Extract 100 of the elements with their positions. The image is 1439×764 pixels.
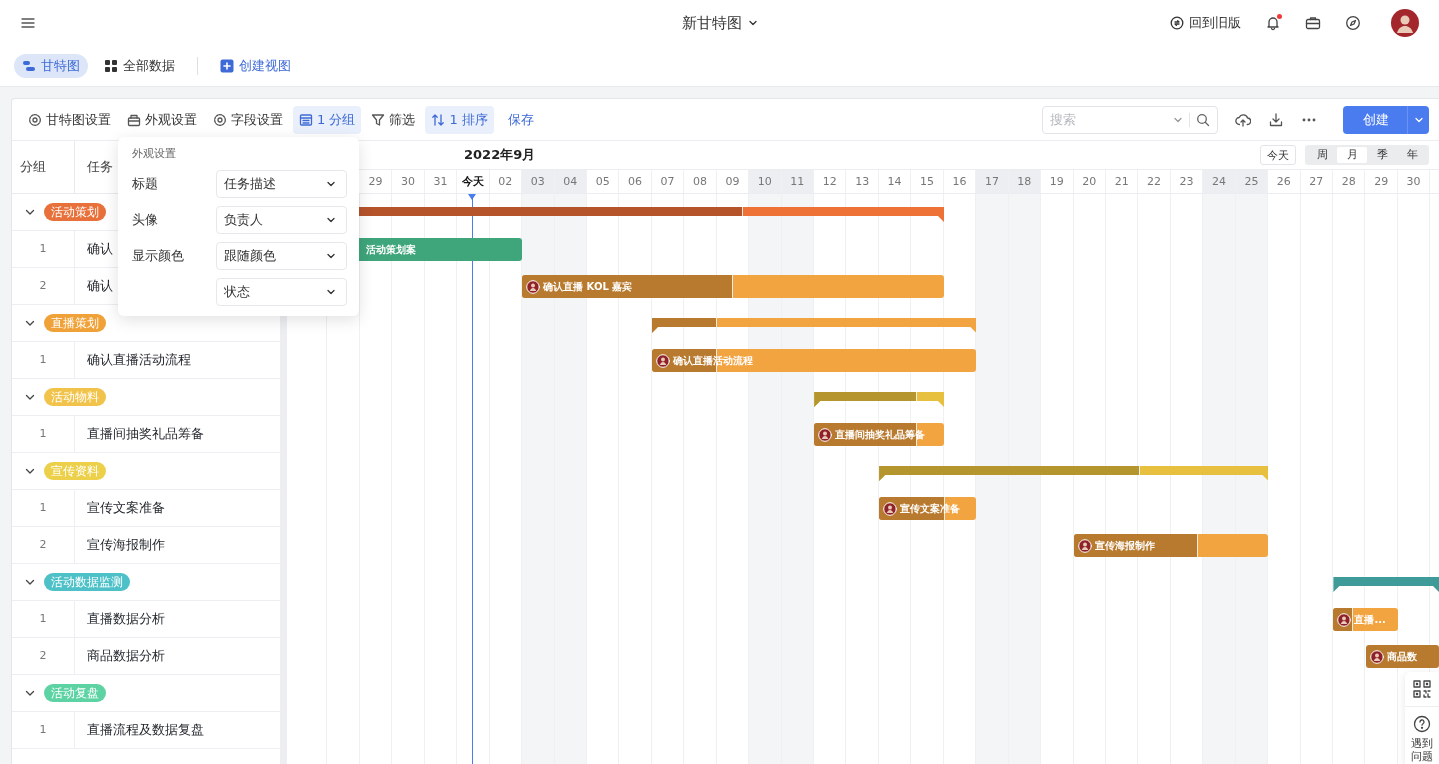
back-link[interactable]: 回到旧版 <box>1170 14 1241 32</box>
toolbar-button[interactable]: 1 排序 <box>425 105 494 134</box>
group-tag: 直播策划 <box>44 314 106 332</box>
back-link-text[interactable]: 回到旧版 <box>1189 14 1241 32</box>
select-field[interactable]: 状态 <box>216 278 347 306</box>
task-bar[interactable] <box>1333 608 1399 631</box>
toolbar-button[interactable]: 外观设置 <box>121 105 203 134</box>
month-label: 2022年9月 <box>464 146 536 164</box>
row-number: 1 <box>12 231 75 267</box>
create-button[interactable]: 创建 <box>1343 105 1407 134</box>
row-number: 1 <box>12 342 75 378</box>
day-label: 06 <box>619 170 652 193</box>
day-label: 10 <box>749 170 782 193</box>
day-label: 13 <box>846 170 879 193</box>
row-number: 2 <box>12 638 75 674</box>
row-number: 1 <box>12 601 75 637</box>
task-bar-label: 商品数 <box>1386 649 1417 664</box>
day-label: 22 <box>1138 170 1171 193</box>
download-icon[interactable] <box>1268 111 1284 128</box>
row-number: 2 <box>12 268 75 304</box>
help-text[interactable]: 遇到问题 <box>1410 737 1434 763</box>
caret-icon <box>326 179 336 189</box>
create-view-link[interactable]: 创建视图 <box>212 54 299 78</box>
avatar-icon[interactable] <box>1391 9 1419 37</box>
view-tab[interactable]: 全部数据 <box>96 54 183 78</box>
toolbar-button[interactable]: 甘特图设置 <box>22 105 117 134</box>
menu-icon[interactable] <box>20 15 36 31</box>
setting-label: 标题 <box>132 175 159 193</box>
day-label: 15 <box>911 170 944 193</box>
scale-tab[interactable]: 周 <box>1307 147 1337 163</box>
group-tag: 活动数据监测 <box>44 573 130 591</box>
task-bar-label: 宣传海报制作 <box>1094 538 1155 553</box>
scale-tab[interactable]: 月 <box>1337 147 1367 163</box>
day-label: 18 <box>1008 170 1042 193</box>
toolbar-button[interactable]: 1 分组 <box>293 105 362 134</box>
search-icon[interactable] <box>1196 112 1210 127</box>
select-field[interactable]: 负责人 <box>216 206 347 234</box>
summary-bar[interactable] <box>1333 577 1439 592</box>
task-name: 确认 <box>86 240 113 258</box>
today-button[interactable]: 今天 <box>1260 145 1296 165</box>
grid-icon <box>104 59 118 73</box>
notification-button[interactable] <box>1265 15 1281 31</box>
day-label: 29 <box>1365 170 1398 193</box>
task-bar[interactable] <box>814 423 944 446</box>
scale-tab[interactable]: 季 <box>1367 147 1397 163</box>
plus-icon <box>220 59 234 73</box>
column-header: 分组 <box>12 141 75 193</box>
select-field[interactable]: 跟随颜色 <box>216 242 347 270</box>
day-label: 20 <box>1073 170 1106 193</box>
day-label: 25 <box>1235 170 1269 193</box>
task-bar[interactable] <box>879 497 977 520</box>
row-number: 1 <box>12 712 75 748</box>
day-label: 07 <box>651 170 685 193</box>
search-box[interactable]: 搜索 <box>1042 105 1218 134</box>
task-bar[interactable] <box>1365 645 1439 668</box>
summary-bar[interactable] <box>651 318 977 333</box>
group-tag: 活动物料 <box>44 388 106 406</box>
gantt-icon <box>22 59 36 73</box>
summary-bar[interactable] <box>814 392 944 407</box>
toolbar-button[interactable]: 字段设置 <box>207 105 289 134</box>
day-label: 03 <box>522 170 555 193</box>
day-label: 17 <box>976 170 1009 193</box>
group-tag: 活动复盘 <box>44 684 106 702</box>
caret-icon <box>747 18 758 28</box>
day-label: 26 <box>1268 170 1301 193</box>
task-name: 商品数据分析 <box>86 647 165 665</box>
day-label: 30 <box>1397 170 1431 193</box>
task-name: 宣传海报制作 <box>86 536 165 554</box>
view-tab[interactable]: 甘特图 <box>14 54 88 78</box>
task-name: 确认 <box>86 277 113 295</box>
box-icon <box>127 112 141 127</box>
save-button[interactable]: 保存 <box>501 105 540 134</box>
task-bar-label: 确认直播 KOL 嘉宾 <box>543 279 633 294</box>
upload-icon[interactable] <box>1235 111 1251 128</box>
select-field[interactable]: 任务描述 <box>216 170 347 198</box>
task-name: 直播数据分析 <box>86 610 165 628</box>
task-name: 直播流程及数据复盘 <box>86 721 204 739</box>
column-header: 任务 <box>86 158 113 176</box>
create-dropdown-button[interactable] <box>1407 105 1429 134</box>
title-dropdown[interactable]: 新甘特图 <box>681 13 758 33</box>
popup-title: 外观设置 <box>132 146 177 161</box>
scale-tab[interactable]: 年 <box>1397 147 1427 163</box>
compass-icon[interactable] <box>1345 15 1361 31</box>
day-label: 14 <box>878 170 912 193</box>
day-label: 21 <box>1105 170 1139 193</box>
day-label: 05 <box>586 170 620 193</box>
briefcase-icon[interactable] <box>1305 15 1321 31</box>
row-number: 1 <box>12 490 75 526</box>
qr-code-icon[interactable] <box>1413 680 1431 698</box>
caret-icon <box>326 287 336 297</box>
day-label: 19 <box>1041 170 1074 193</box>
day-label: 28 <box>1333 170 1366 193</box>
task-name: 确认直播活动流程 <box>86 351 191 369</box>
day-label: 08 <box>684 170 717 193</box>
help-icon[interactable] <box>1413 715 1431 733</box>
toolbar-button[interactable]: 筛选 <box>365 105 422 134</box>
day-label: 24 <box>1203 170 1236 193</box>
gear-icon <box>28 112 42 127</box>
setting-label: 显示颜色 <box>132 247 185 265</box>
day-label: 27 <box>1300 170 1333 193</box>
